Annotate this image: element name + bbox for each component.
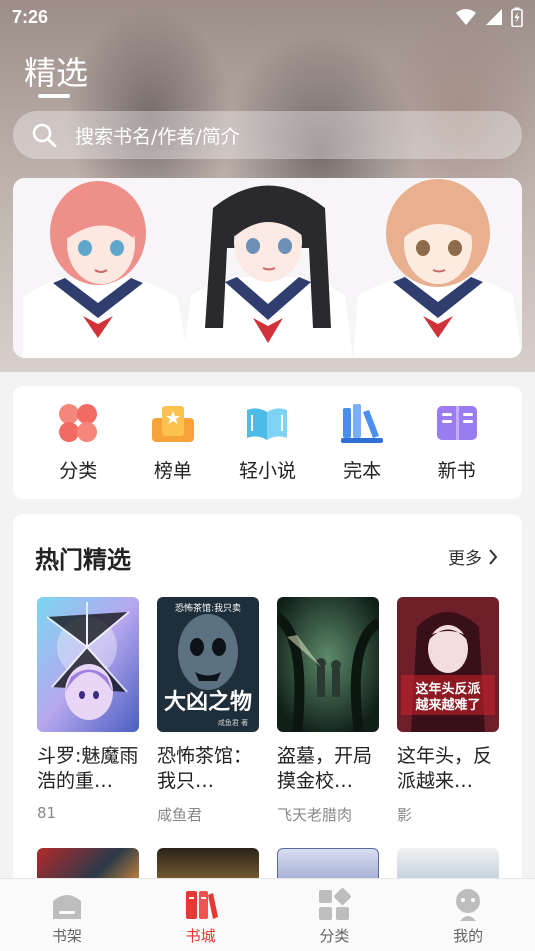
quick-links: 分类 榜单 轻小说 完本 新书 [13,386,522,499]
nav-label: 分类 [319,927,350,945]
book-cover [277,597,379,732]
signal-icon [486,9,502,25]
book-title: 这年头，反派越来… [397,745,493,792]
cover-title: 大凶之物 [164,689,252,715]
profile-icon [456,889,481,921]
chevron-right-icon [489,548,498,565]
nav-bookshelf[interactable]: 书架 [27,879,107,951]
completed-icon [341,404,384,443]
nav-label: 书架 [51,927,82,945]
book-card[interactable]: 斗罗:魅魔雨浩的重… 81 [37,597,139,825]
nav-category[interactable]: 分类 [294,879,374,951]
wifi-icon [456,9,476,25]
page-title: 精选 [24,54,89,92]
light-novel-icon [247,408,288,440]
bottom-navigation: 书架 书城 分类 我的 [0,878,535,951]
book-author: 影 [397,806,413,824]
book-author: 咸鱼君 [157,806,203,824]
book-card[interactable]: 这年头反派越来越难了 这年头，反派越来… 影 [397,597,499,825]
hot-picks-section: 热门精选 更多 斗罗:魅魔雨浩的重… 81 恐怖茶馆:我只卖 大凶之物 咸鱼君 … [13,514,522,934]
section-title: 热门精选 [35,546,131,574]
more-label: 更多 [448,549,482,569]
book-list: 斗罗:魅魔雨浩的重… 81 恐怖茶馆:我只卖 大凶之物 咸鱼君 著 恐怖茶馆：我… [37,597,499,825]
quick-link-label: 轻小说 [238,460,296,482]
search-icon [32,123,57,148]
book-title: 盗墓，开局摸金校… [277,745,373,792]
status-time: 7:26 [12,7,49,27]
ranking-icon [151,406,194,442]
book-author: 81 [37,804,57,822]
nav-profile[interactable]: 我的 [428,879,508,951]
status-bar: 7:26 [0,0,535,36]
banner-carousel[interactable] [13,178,522,358]
cover-subtitle: 恐怖茶馆:我只卖 [175,602,241,614]
nav-bookstore[interactable]: 书城 [161,879,241,951]
title-underline [38,94,70,98]
cover-author: 咸鱼君 著 [218,718,248,727]
book-author: 飞天老腊肉 [277,806,353,824]
book-title: 斗罗:魅魔雨浩的重… [37,745,139,792]
quick-link-completed[interactable]: 完本 [322,400,402,499]
quick-link-label: 完本 [343,460,382,482]
book-card[interactable]: 盗墓，开局摸金校… 飞天老腊肉 [277,597,379,825]
category-grid-icon [319,888,352,920]
book-cover [37,597,139,732]
quick-link-label: 榜单 [153,460,192,482]
quick-link-category[interactable]: 分类 [38,400,118,499]
book-cover: 恐怖茶馆:我只卖 大凶之物 咸鱼君 著 [157,597,259,732]
battery-icon [511,7,523,27]
book-cover: 这年头反派越来越难了 [397,597,499,732]
book-card[interactable]: 恐怖茶馆:我只卖 大凶之物 咸鱼君 著 恐怖茶馆：我只… 咸鱼君 [157,597,259,825]
quick-link-label: 新书 [437,460,476,482]
status-icons [455,7,523,27]
bookshelf-icon [52,895,81,919]
quick-link-new-book[interactable]: 新书 [417,400,497,499]
bookstore-icon [185,891,218,919]
more-link[interactable]: 更多 [448,544,498,569]
nav-label: 书城 [185,927,216,945]
quick-link-label: 分类 [59,460,98,482]
banner-illustration [13,178,522,358]
nav-label: 我的 [453,927,484,945]
quick-link-ranking[interactable]: 榜单 [133,400,213,499]
book-title: 恐怖茶馆：我只… [157,745,253,792]
search-input[interactable]: 搜索书名/作者/简介 [75,122,240,149]
new-book-icon [436,406,477,440]
category-icon [59,404,98,442]
search-bar[interactable]: 搜索书名/作者/简介 [13,111,522,159]
quick-link-light-novel[interactable]: 轻小说 [227,400,307,499]
